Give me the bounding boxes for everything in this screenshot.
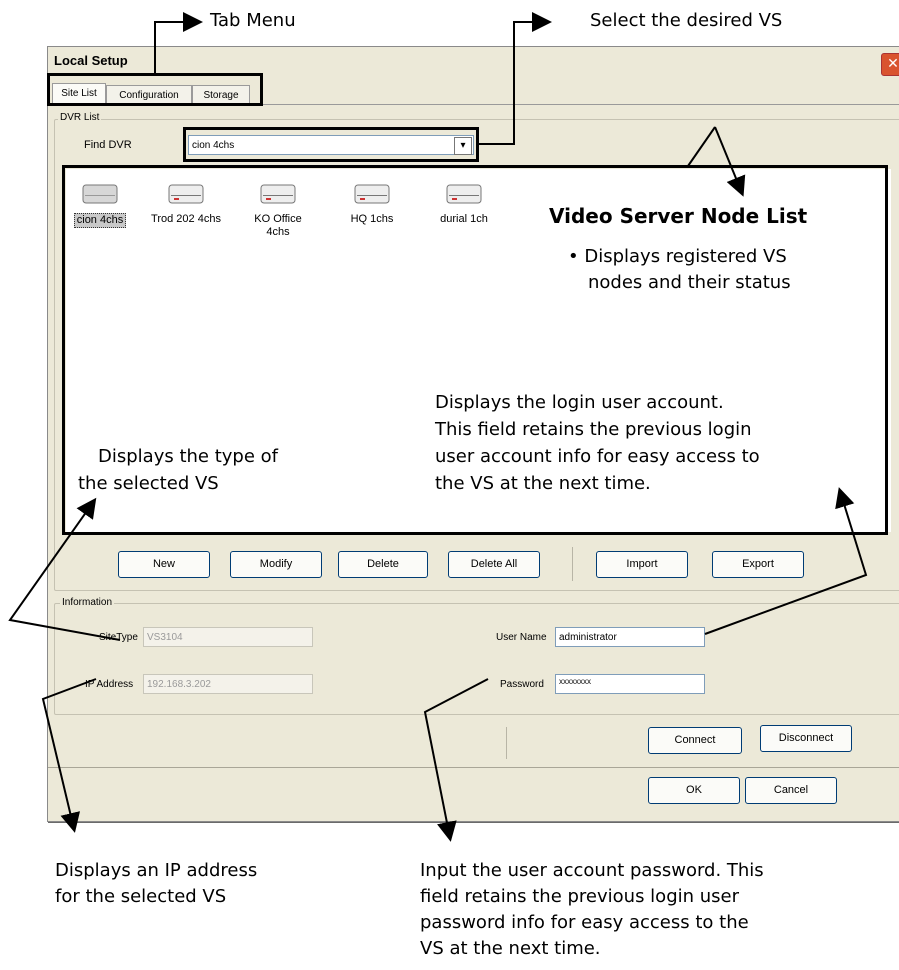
annotation-password-desc: Input the user account password. This fi… xyxy=(420,860,764,959)
annotation-select-vs: Select the desired VS xyxy=(590,10,783,31)
annotation-node-list-desc: • Displays registered VS nodes and their… xyxy=(568,246,791,293)
annotation-type-desc: Displays the type of the selected VS xyxy=(78,446,278,494)
annotation-ip-desc: Displays an IP address for the selected … xyxy=(55,860,258,907)
annotation-node-list-title: Video Server Node List xyxy=(549,204,808,228)
annotation-login-desc: Displays the login user account. This fi… xyxy=(435,392,760,494)
annotation-tab-menu: Tab Menu xyxy=(210,10,296,31)
